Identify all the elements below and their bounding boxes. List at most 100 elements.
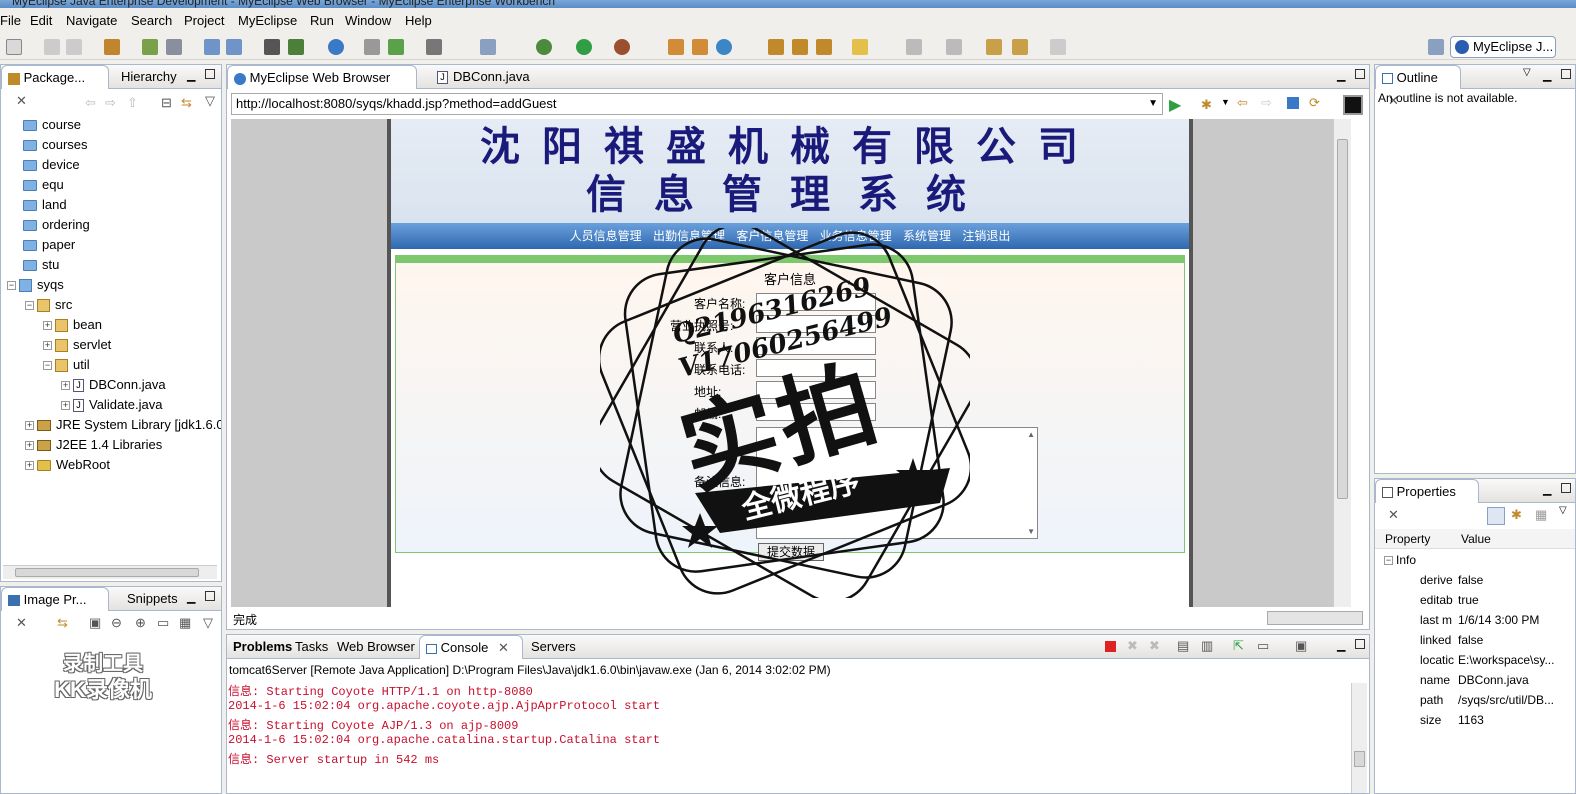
nav-attendance[interactable]: 出勤信息管理 [653, 229, 725, 243]
tree-item-paper[interactable]: paper [23, 235, 75, 255]
expand-icon[interactable]: + [61, 381, 70, 391]
chevron-down-icon[interactable]: ▼ [1221, 97, 1230, 107]
maximize-icon[interactable] [205, 69, 215, 79]
forward-icon[interactable]: ⇨ [105, 95, 116, 111]
maximize-icon[interactable] [1561, 69, 1571, 79]
prop-row[interactable]: editab true [1420, 590, 1479, 610]
tab-hierarchy[interactable]: Hierarchy [115, 65, 183, 89]
tree-item-j2ee[interactable]: + J2EE 1.4 Libraries [25, 435, 162, 455]
zoom-out-icon[interactable]: ⊖ [111, 615, 122, 631]
minimize-icon[interactable]: ▁ [1337, 639, 1345, 652]
tree-item-stu[interactable]: stu [23, 255, 59, 275]
tree-item-webroot[interactable]: + WebRoot [25, 455, 110, 475]
save-icon[interactable] [44, 39, 60, 55]
tree-item-util[interactable]: − util [43, 355, 90, 375]
close-icon[interactable]: ✕ [16, 615, 27, 630]
menu-help[interactable]: Help [405, 13, 432, 28]
go-icon[interactable]: ▶ [1169, 95, 1181, 115]
tab-properties[interactable]: Properties ✕ [1375, 479, 1479, 522]
prop-row[interactable]: path/syqs/src/util/DB... [1420, 690, 1554, 710]
menu-project[interactable]: Project [184, 13, 224, 28]
menu-file[interactable]: File [0, 13, 21, 28]
expand-icon[interactable]: + [43, 341, 52, 351]
maximize-icon[interactable] [1561, 483, 1571, 493]
expand-icon[interactable]: + [25, 461, 34, 471]
license-input[interactable] [756, 315, 876, 333]
refresh-icon[interactable] [716, 39, 732, 55]
minimize-icon[interactable]: ▁ [187, 591, 195, 604]
scrollbar-thumb[interactable] [1354, 751, 1365, 767]
folder-icon[interactable] [852, 39, 868, 55]
nav-logout[interactable]: 注销退出 [962, 229, 1010, 243]
device-icon[interactable] [1343, 95, 1363, 115]
zoom-in-icon[interactable]: ⊕ [135, 615, 146, 631]
refresh-icon[interactable]: ⟳ [1309, 95, 1320, 111]
tab-console[interactable]: Console ✕ [419, 635, 523, 659]
minimize-icon[interactable]: ▁ [1543, 483, 1551, 496]
collapse-icon[interactable]: − [7, 281, 16, 291]
forward-icon[interactable]: ⇨ [1261, 95, 1272, 111]
nav-customer[interactable]: 客户信息管理 [736, 229, 808, 243]
tab-web-browser-bottom[interactable]: Web Browser [331, 635, 421, 659]
next-annotation-icon[interactable] [906, 39, 922, 55]
remove-all-icon[interactable]: ✖ [1149, 638, 1160, 654]
categories-icon[interactable] [1487, 507, 1505, 525]
nav-staff[interactable]: 人员信息管理 [570, 229, 642, 243]
tree-item-jre[interactable]: + JRE System Library [jdk1.6.0 [25, 415, 221, 435]
servers-icon[interactable] [264, 39, 280, 55]
maximize-icon[interactable] [1355, 69, 1365, 79]
phone-input[interactable] [756, 359, 876, 377]
collapse-icon[interactable]: − [1384, 556, 1393, 566]
scrollbar-thumb[interactable] [15, 568, 199, 577]
tree-item-servlet[interactable]: + servlet [43, 335, 111, 355]
expand-icon[interactable]: + [61, 401, 70, 411]
expand-icon[interactable]: + [25, 441, 34, 451]
back-icon[interactable] [1012, 39, 1028, 55]
minimize-icon[interactable]: ▁ [1337, 69, 1345, 82]
tab-dbconn[interactable]: J DBConn.java [431, 65, 536, 89]
open-icon[interactable] [364, 39, 380, 55]
menu-edit[interactable]: Edit [30, 13, 52, 28]
fit-icon[interactable]: ▣ [89, 615, 101, 631]
menu-search[interactable]: Search [131, 13, 172, 28]
prop-row[interactable]: name DBConn.java [1420, 670, 1529, 690]
url-input[interactable]: http://localhost:8080/syqs/khadd.jsp?met… [231, 93, 1163, 115]
remarks-textarea[interactable]: ▲ ▼ [756, 427, 1038, 539]
scroll-down-icon[interactable]: ▼ [1027, 527, 1035, 536]
new-wizard-icon[interactable] [480, 39, 496, 55]
back-icon[interactable]: ⇦ [85, 95, 96, 111]
pin-console-icon[interactable]: ⇱ [1233, 638, 1244, 654]
contact-input[interactable] [756, 337, 876, 355]
submit-button[interactable]: 提交数据 [758, 543, 824, 561]
tree-item-src[interactable]: − src [25, 295, 72, 315]
nav-system[interactable]: 系统管理 [903, 229, 951, 243]
sync-icon[interactable]: ⇆ [57, 615, 68, 631]
zip-input[interactable] [756, 403, 876, 421]
new-class-icon[interactable] [668, 39, 684, 55]
expand-icon[interactable]: + [25, 421, 34, 431]
view-menu-icon[interactable]: ▽ [1559, 505, 1567, 516]
display-console-icon[interactable]: ▭ [1257, 638, 1269, 654]
actual-size-icon[interactable]: ▭ [157, 615, 169, 631]
open-console-icon[interactable]: ▣ [1295, 638, 1307, 654]
vertical-scrollbar[interactable] [1333, 119, 1351, 607]
scroll-lock-icon[interactable]: ▥ [1201, 638, 1213, 654]
back-icon[interactable]: ⇦ [1237, 95, 1248, 111]
deploy-icon[interactable] [204, 39, 220, 55]
restore-default-icon[interactable]: ▦ [1535, 507, 1551, 523]
nav-business[interactable]: 业务信息管理 [820, 229, 892, 243]
new-interface-icon[interactable] [692, 39, 708, 55]
scroll-up-icon[interactable]: ▲ [1027, 430, 1035, 439]
view-menu-icon[interactable]: ▽ [1523, 67, 1531, 78]
tree-item-dbconn[interactable]: + J DBConn.java [61, 375, 166, 395]
maximize-icon[interactable] [1355, 639, 1365, 649]
package-icon[interactable] [104, 39, 120, 55]
collapse-icon[interactable]: − [25, 301, 34, 311]
minimize-icon[interactable]: ▁ [1543, 69, 1551, 82]
tree-item-ordering[interactable]: ordering [23, 215, 90, 235]
menu-myeclipse[interactable]: MyEclipse [238, 13, 297, 28]
advanced-icon[interactable]: ✱ [1511, 507, 1527, 523]
tree-item-bean[interactable]: + bean [43, 315, 102, 335]
external-tools-icon[interactable] [614, 39, 630, 55]
collapse-all-icon[interactable]: ⊟ [161, 95, 172, 111]
